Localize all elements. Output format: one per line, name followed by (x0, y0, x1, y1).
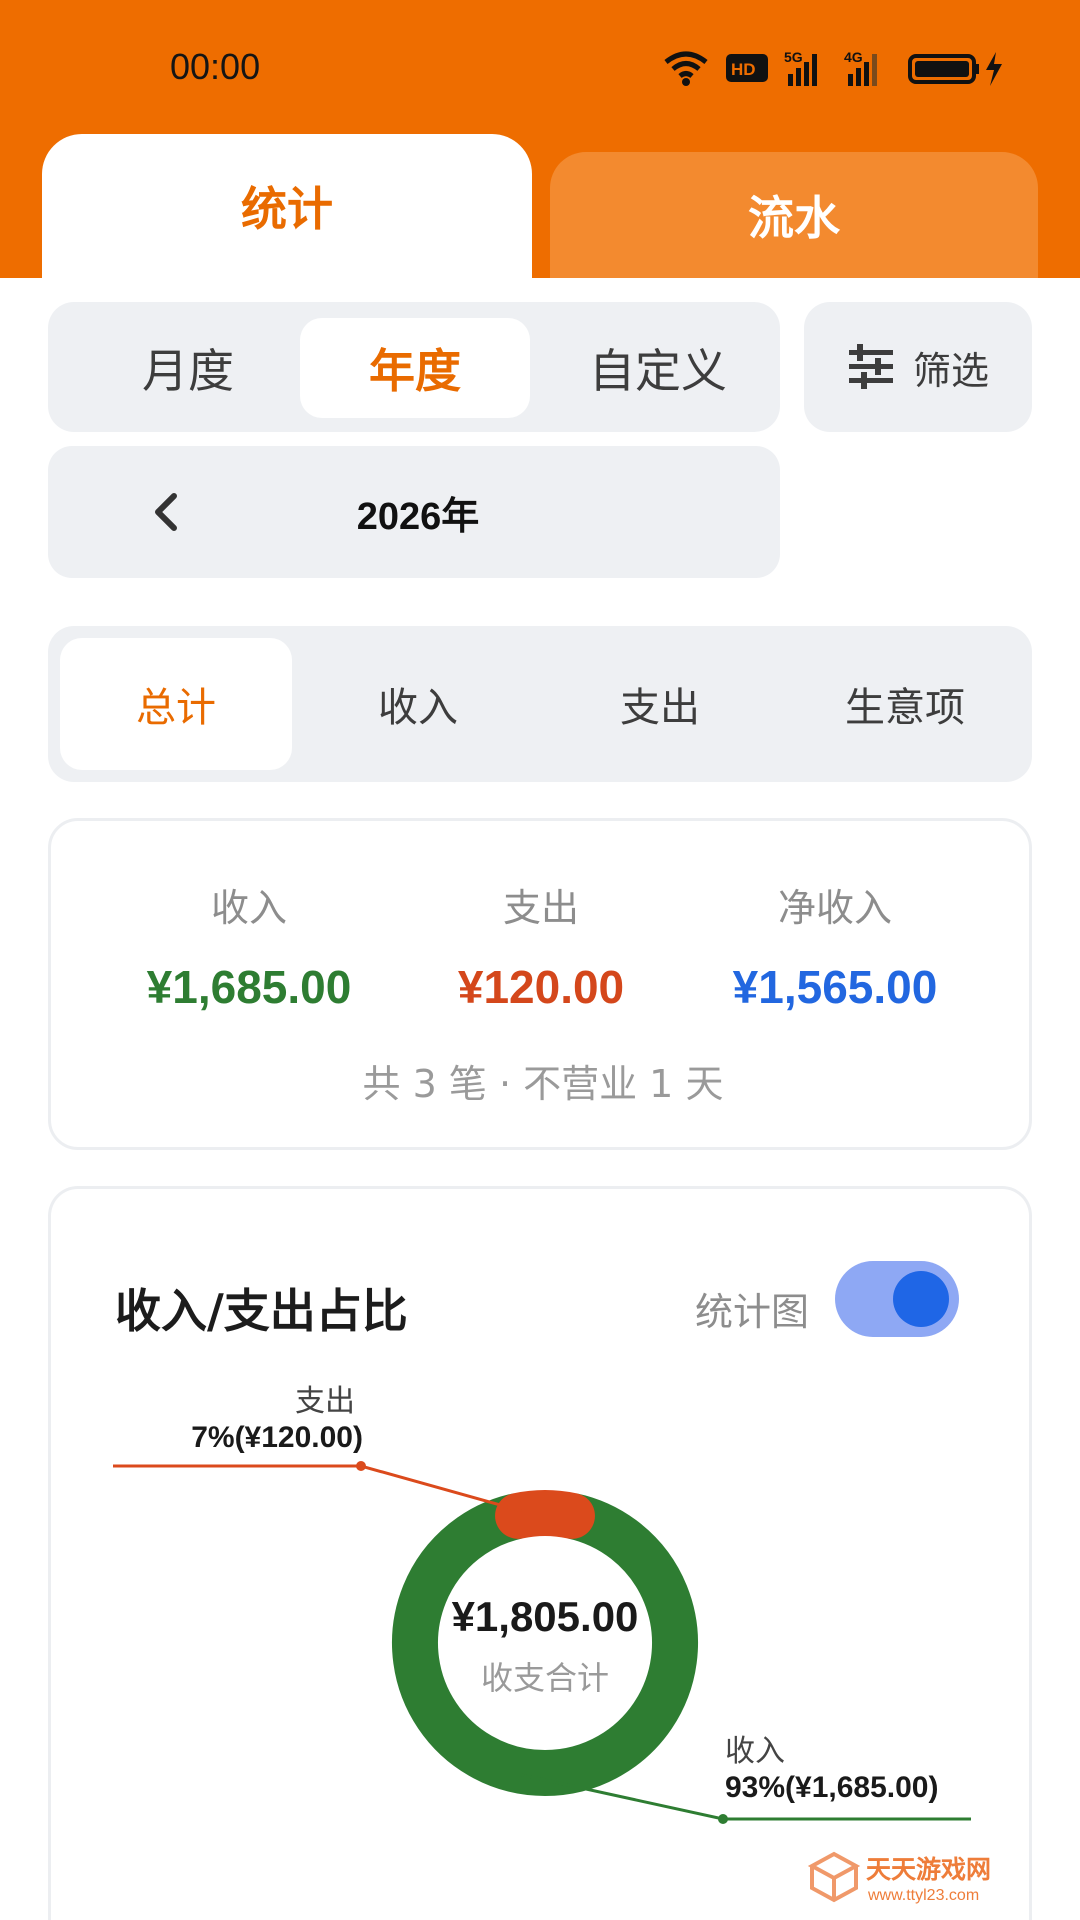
battery-icon (908, 54, 979, 84)
app-header: 00:00 HD 5G 4G 统计 流水 (0, 0, 1080, 278)
type-tab-business[interactable]: 生意项 (786, 638, 1024, 770)
period-option-custom[interactable]: 自定义 (542, 318, 774, 418)
svg-text:4G: 4G (844, 49, 863, 65)
filter-icon (848, 344, 893, 389)
summary-expense: 支出 ¥120.00 (391, 877, 691, 1014)
net-label: 净收入 (777, 886, 892, 930)
signal-4g-icon: 4G (844, 49, 877, 86)
status-time: 00:00 (170, 46, 261, 87)
app-screen: 00:00 HD 5G 4G 统计 流水 月度 年度 自定义 筛选 2026年 … (0, 0, 1080, 1920)
period-selector: 月度 年度 自定义 (48, 302, 780, 432)
hd-icon: HD (726, 54, 768, 82)
watermark-cn: 天天游戏网 (866, 1855, 991, 1884)
status-icons: HD 5G 4G (664, 49, 1002, 86)
slice-name-expense: 支出 (295, 1384, 355, 1419)
summary-income: 收入 ¥1,685.00 (99, 877, 399, 1014)
watermark-logo-icon (807, 1851, 861, 1903)
filter-label: 筛选 (912, 348, 989, 393)
type-tab-income[interactable]: 收入 (302, 638, 534, 770)
svg-text:HD: HD (731, 60, 756, 79)
summary-note: 共 3 笔 · 不营业 1 天 (362, 1062, 724, 1106)
period-option-yearly[interactable]: 年度 (300, 318, 530, 418)
slice-label-expense: 7%(¥120.00) (191, 1421, 363, 1454)
wifi-icon (664, 51, 708, 86)
year-navigator: 2026年 (48, 446, 780, 578)
leader-dot-income (718, 1814, 728, 1824)
donut-slice-income (392, 1493, 698, 1796)
ratio-chart-card: 收入/支出占比 统计图 ¥1,805.00 收支合计 支出 7%(¥120.00) 收入… (48, 1186, 1032, 1920)
slice-label-income: 93%(¥1,685.00) (725, 1771, 939, 1804)
donut-center-label: 收支合计 (481, 1659, 609, 1697)
summary-card: 收入 ¥1,685.00 支出 ¥120.00 净收入 ¥1,565.00 共 … (48, 818, 1032, 1150)
charging-icon (986, 52, 1002, 86)
expense-value: ¥120.00 (457, 961, 625, 1013)
leader-dot-expense (356, 1461, 366, 1471)
tab-stats[interactable]: 统计 (42, 134, 532, 278)
filter-button[interactable]: 筛选 (804, 302, 1032, 432)
site-watermark: 天天游戏网 www.ttyl23.com (807, 1851, 991, 1904)
donut-slice-expense (495, 1490, 595, 1539)
income-label: 收入 (210, 886, 287, 930)
leader-line-expense (113, 1464, 523, 1513)
donut-chart: ¥1,805.00 收支合计 支出7%(¥120.00) 收入93%(¥1,685.0… (113, 1384, 971, 1824)
type-tab-total[interactable]: 总计 (60, 638, 292, 770)
income-value: ¥1,685.00 (146, 961, 352, 1013)
type-selector: 总计 收入 支出 生意项 (48, 626, 1032, 782)
svg-text:5G: 5G (784, 49, 803, 65)
signal-5g-icon: 5G (784, 49, 817, 86)
expense-label: 支出 (502, 886, 579, 930)
period-option-monthly[interactable]: 月度 (86, 318, 290, 418)
net-value: ¥1,565.00 (732, 961, 938, 1013)
year-label: 2026年 (356, 495, 480, 538)
donut-center-value: ¥1,805.00 (452, 1593, 639, 1640)
watermark-url: www.ttyl23.com (867, 1887, 979, 1904)
tab-flow[interactable]: 流水 (550, 152, 1038, 278)
type-tab-expense[interactable]: 支出 (544, 638, 776, 770)
summary-net: 净收入 ¥1,565.00 (685, 877, 985, 1014)
slice-name-income: 收入 (725, 1734, 785, 1769)
